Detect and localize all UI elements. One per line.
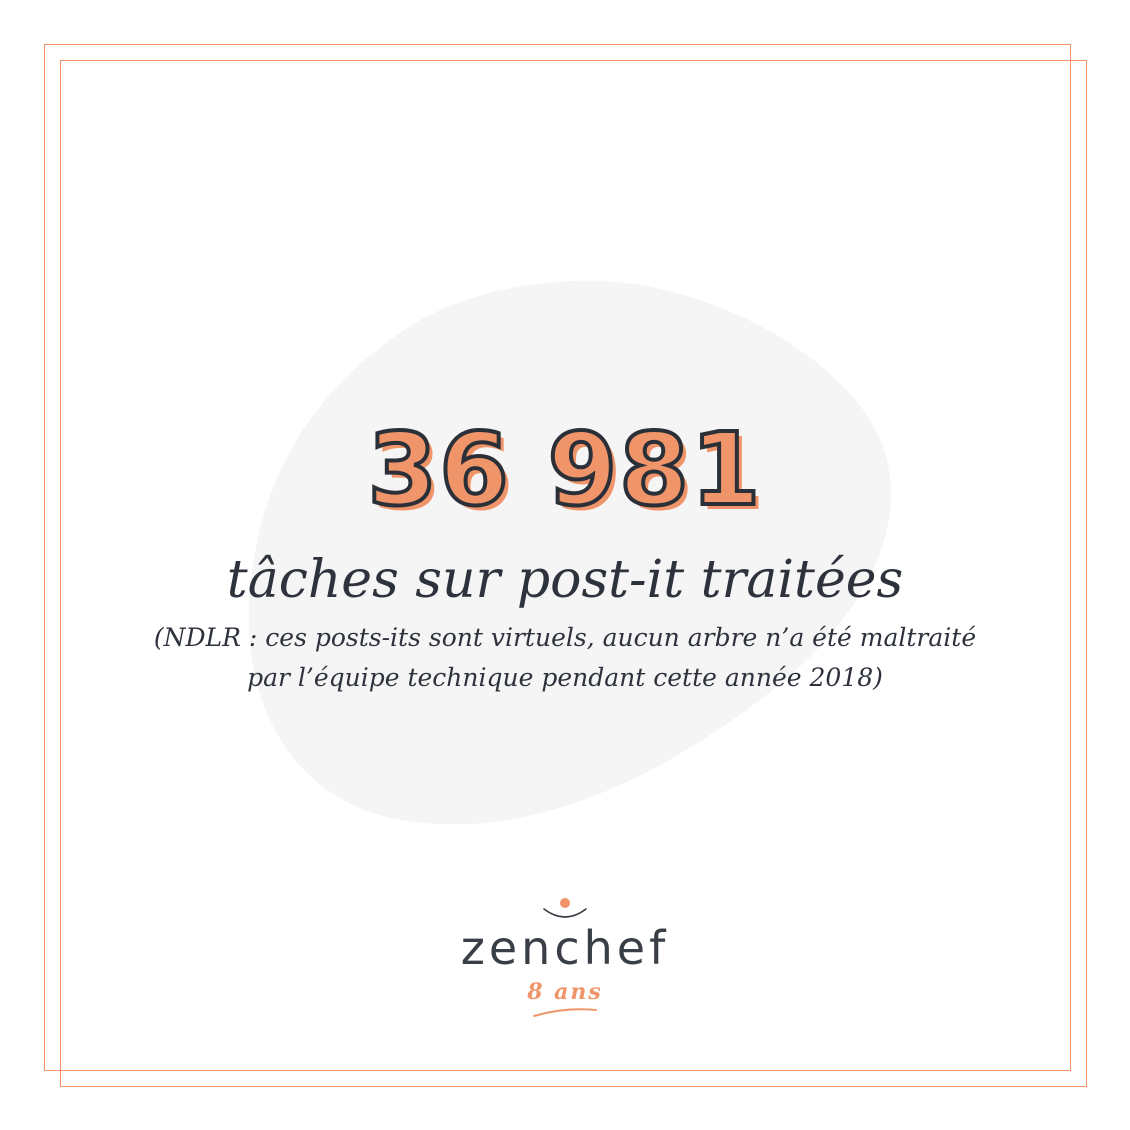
logo-wordmark: zenchef <box>460 921 670 975</box>
stat-number: 36 981 <box>366 411 763 528</box>
stat-note-line-1: (NDLR : ces posts-its sont virtuels, auc… <box>153 623 977 652</box>
logo-tagline: 8 ans <box>527 979 603 1005</box>
tagline-underline <box>533 1008 597 1017</box>
zenchef-logo: zenchef 8 ans <box>0 895 1130 1025</box>
stat-note-line-2: par l’équipe technique pendant cette ann… <box>247 663 883 692</box>
post-canvas: 36 981 tâches sur post-it traitées (NDLR… <box>0 0 1130 1130</box>
stat-label: tâches sur post-it traitées <box>226 550 904 610</box>
stat-note: (NDLR : ces posts-its sont virtuels, auc… <box>0 618 1130 698</box>
